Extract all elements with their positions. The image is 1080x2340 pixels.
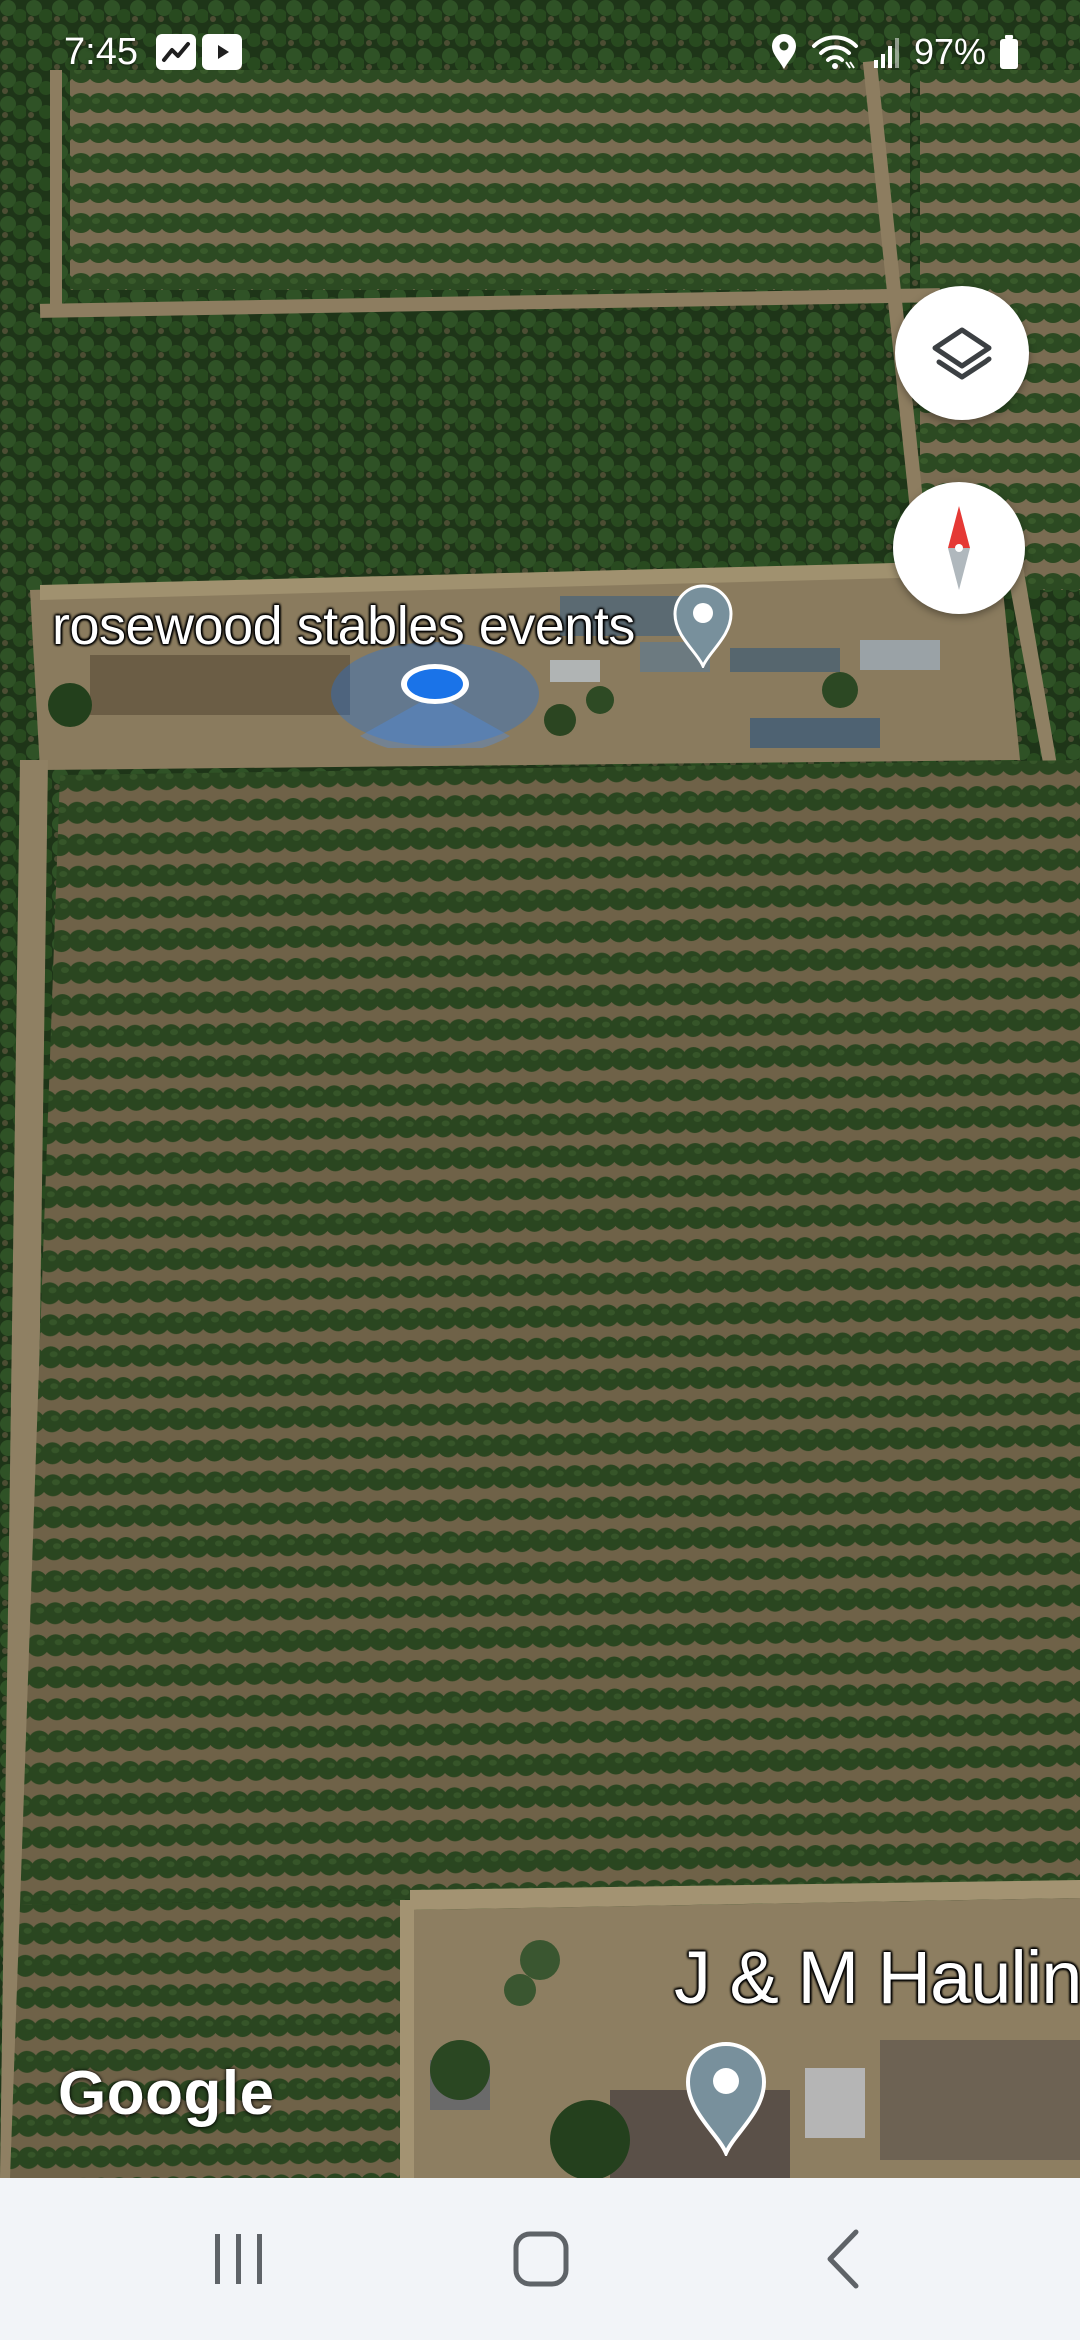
map-pin-icon[interactable] [671, 580, 735, 668]
status-time: 7:45 [64, 31, 138, 73]
home-button[interactable] [480, 2214, 600, 2304]
satellite-map[interactable]: rosewood stables events J & M Haulin Goo… [0, 0, 1080, 2178]
recents-button[interactable] [178, 2214, 298, 2304]
navigation-bar [0, 2178, 1080, 2340]
google-logo: Google [58, 2059, 275, 2128]
layers-button[interactable] [895, 286, 1029, 420]
stocks-app-icon [156, 34, 196, 70]
youtube-icon [202, 34, 242, 70]
back-icon [827, 2229, 859, 2289]
place-label-rosewood[interactable]: rosewood stables events [52, 594, 635, 658]
compass-button[interactable] [893, 482, 1025, 614]
status-bar: 7:45 97% [0, 0, 1080, 104]
signal-icon [873, 38, 899, 68]
wifi-icon [811, 35, 858, 69]
recents-icon [215, 2234, 262, 2284]
battery-percent: 97% [913, 31, 986, 72]
compass-icon [948, 506, 970, 590]
place-label-jm-hauling[interactable]: J & M Haulin [674, 1936, 1080, 2020]
battery-icon [1000, 35, 1018, 69]
status-indicators: 97% [770, 26, 1020, 78]
location-icon [771, 34, 796, 69]
layers-icon [932, 327, 992, 380]
screen: rosewood stables events J & M Haulin Goo… [0, 0, 1080, 2340]
home-icon [513, 2231, 569, 2287]
back-button[interactable] [784, 2214, 904, 2304]
map-pin-icon[interactable] [683, 2036, 769, 2156]
